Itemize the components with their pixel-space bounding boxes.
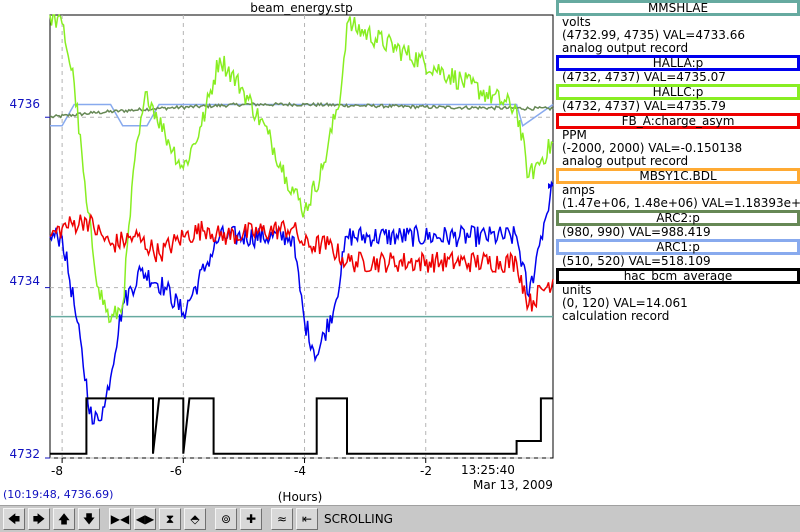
- legend-entry-detail: amps: [562, 184, 595, 197]
- x-tick-label: -8: [51, 464, 63, 478]
- chart-plot-area[interactable]: [0, 0, 556, 505]
- x-tick-label: -2: [420, 464, 432, 478]
- scroll-right-button[interactable]: 🡆: [28, 508, 50, 530]
- legend-entry-detail: (4732.99, 4735) VAL=4733.66: [562, 29, 745, 42]
- y-tick-label: 4732: [9, 447, 40, 461]
- legend-entry-detail: (4732, 4737) VAL=4735.79: [562, 100, 726, 113]
- legend-entry-detail: analog output record: [562, 42, 689, 55]
- legend-panel: MMSHLAE volts (4732.99, 4735) VAL=4733.66 a…: [556, 0, 800, 480]
- auto-scale-button[interactable]: ≈: [271, 508, 293, 530]
- legend-entry-header[interactable]: hac_bcm_average: [556, 268, 800, 284]
- scrolling-icon: ⇤: [301, 512, 313, 526]
- zoom-in-vertical-icon: ⬘: [190, 512, 200, 526]
- legend-entry-detail: (0, 120) VAL=14.061: [562, 297, 688, 310]
- add-button[interactable]: ✚: [240, 508, 262, 530]
- scroll-left-button[interactable]: 🡄: [3, 508, 25, 530]
- y-tick-label: 4734: [9, 274, 40, 288]
- legend-entry-header[interactable]: HALLC:p: [556, 84, 800, 100]
- scroll-right-icon: 🡆: [32, 512, 46, 526]
- zoom-out-horizontal-icon: ▶◀: [110, 512, 130, 526]
- legend-entry-header[interactable]: ARC1:p: [556, 239, 800, 255]
- stagger-button[interactable]: ⊚: [215, 508, 237, 530]
- scrolling-button[interactable]: ⇤: [296, 508, 318, 530]
- legend-entry-detail: analog output record: [562, 155, 689, 168]
- x-end-date-label: Mar 13, 2009: [473, 478, 553, 492]
- add-icon: ✚: [245, 512, 257, 526]
- scroll-left-icon: 🡄: [7, 512, 21, 526]
- legend-entry-detail: volts: [562, 16, 591, 29]
- zoom-out-vertical-icon: ⧗: [165, 512, 175, 526]
- legend-entry-detail: PPM: [562, 129, 587, 142]
- zoom-out-horizontal-button[interactable]: ▶◀: [109, 508, 131, 530]
- zoom-in-horizontal-icon: ◀▶: [135, 512, 155, 526]
- legend-entry-detail: (510, 520) VAL=518.109: [562, 255, 711, 268]
- x-tick-label: -6: [170, 464, 182, 478]
- zoom-in-horizontal-button[interactable]: ◀▶: [134, 508, 156, 530]
- mode-label: SCROLLING: [324, 512, 393, 526]
- stagger-icon: ⊚: [220, 512, 232, 526]
- legend-entry-header[interactable]: MBSY1C.BDL: [556, 168, 800, 184]
- legend-entry-header[interactable]: ARC2:p: [556, 210, 800, 226]
- scroll-down-icon: 🡇: [82, 512, 96, 526]
- legend-entry-detail: (980, 990) VAL=988.419: [562, 226, 711, 239]
- legend-entry-detail: (-2000, 2000) VAL=-0.150138: [562, 142, 743, 155]
- zoom-out-vertical-button[interactable]: ⧗: [159, 508, 181, 530]
- cursor-readout: (10:19:48, 4736.69): [3, 488, 114, 501]
- y-tick-label: 4736: [9, 97, 40, 111]
- legend-entry-detail: (4732, 4737) VAL=4735.07: [562, 71, 726, 84]
- x-end-time-label: 13:25:40: [461, 463, 515, 477]
- auto-scale-icon: ≈: [276, 512, 288, 526]
- scroll-up-icon: 🡅: [57, 512, 71, 526]
- legend-entry-detail: units: [562, 284, 592, 297]
- legend-entry-header[interactable]: MMSHLAE: [556, 0, 800, 16]
- legend-entry-header[interactable]: FB_A:charge_asym: [556, 113, 800, 129]
- x-axis-label: (Hours): [277, 490, 323, 504]
- scroll-up-button[interactable]: 🡅: [53, 508, 75, 530]
- scroll-down-button[interactable]: 🡇: [78, 508, 100, 530]
- zoom-in-vertical-button[interactable]: ⬘: [184, 508, 206, 530]
- legend-entry-header[interactable]: HALLA:p: [556, 55, 800, 71]
- legend-entry-detail: (1.47e+06, 1.48e+06) VAL=1.18393e+06: [562, 197, 800, 210]
- legend-entry-detail: calculation record: [562, 310, 670, 323]
- toolbar: 🡄 🡆 🡅 🡇 ▶◀ ◀▶ ⧗ ⬘ ⊚ ✚ ≈ ⇤ SCROLLING: [0, 505, 800, 532]
- x-tick-label: -4: [294, 464, 306, 478]
